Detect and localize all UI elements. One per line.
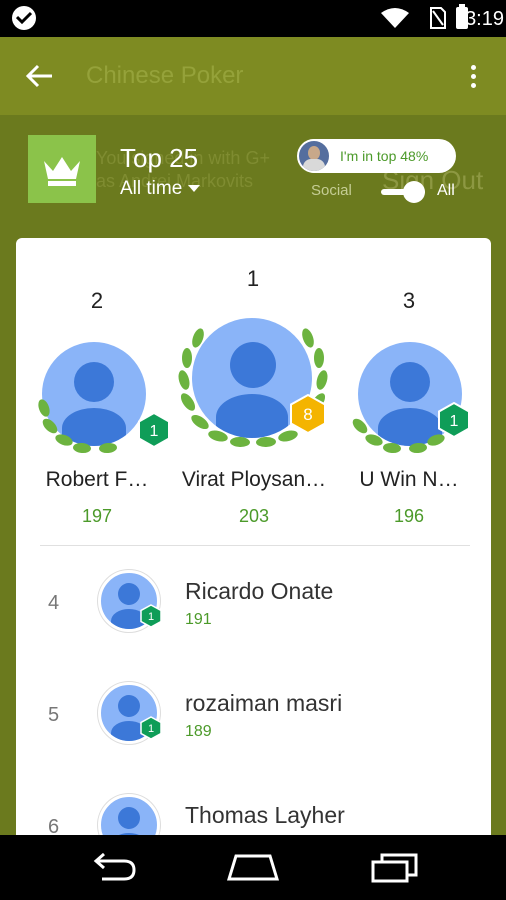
no-sim-icon [430,7,446,29]
leaderboard-card: 2 1 Robert F… 197 1 8 Virat Ploysan… 203… [16,238,491,838]
level-badge-text: 1 [150,423,159,440]
leaderboard-title: Top 25 [120,143,199,173]
navigation-bar [0,835,506,900]
row-player-name: rozaiman masri [185,690,343,716]
level-badge: 8 [290,394,326,434]
nav-recents-icon[interactable] [370,853,420,883]
laurel-wreath-icon [38,399,117,454]
podium-first[interactable]: 1 [186,266,320,292]
toggle-label-social: Social [311,182,352,199]
app-title: Chinese Poker [86,62,244,89]
level-badge-text: 1 [148,723,154,735]
leaderboard-icon [28,135,96,203]
podium-second-avatar[interactable]: 1 [38,342,170,458]
notification-icon [12,6,36,30]
level-badge-text: 8 [303,405,312,424]
laurel-wreath-icon [178,328,328,448]
nav-home-icon[interactable] [226,853,280,881]
player-name: Virat Ploysan… [181,468,327,491]
podium-second-info: Robert F… 197 [30,468,164,527]
podium-third-info: U Win N… 196 [342,468,476,527]
status-time: 3:19 [465,8,504,30]
status-bar: 3:19 [0,0,506,37]
podium-place: 1 [246,266,260,291]
row-player-name: Ricardo Onate [185,578,334,604]
row-player-score: 189 [185,723,212,740]
divider [40,545,470,546]
crown-icon [44,157,80,186]
level-badge: 1 [140,604,162,628]
row-player-score: 191 [185,611,212,628]
toggle-label-all: All [437,182,455,199]
level-badge: 1 [140,716,162,740]
time-filter-dropdown[interactable]: All time [120,178,201,200]
arrow-left-icon[interactable] [24,63,54,89]
row-rank: 4 [48,592,60,614]
player-rank-pill[interactable]: I'm in top 48% [297,139,456,173]
podium-place: 3 [402,288,416,313]
row-rank: 5 [48,704,60,726]
player-score: 203 [238,506,270,526]
podium-third[interactable]: 3 [342,288,476,314]
level-badge: 1 [438,402,470,438]
avatar [98,794,160,838]
nav-back-icon[interactable] [88,853,138,883]
player-rank-text: I'm in top 48% [340,148,429,164]
row-player-name: Thomas Layher [185,802,345,828]
wifi-icon [381,8,409,28]
toggle-thumb[interactable] [403,181,425,203]
podium-first-avatar[interactable]: 8 [178,318,328,468]
more-vert-icon[interactable] [466,63,480,91]
level-badge: 1 [138,412,170,448]
player-score: 197 [81,506,113,526]
player-name: U Win N… [359,468,459,491]
level-badge-text: 1 [148,611,154,623]
podium-first-info: Virat Ploysan… 203 [164,468,344,527]
leaderboard-row[interactable]: 5 1 rozaiman masri 189 [16,660,491,772]
time-filter-label: All time [120,178,183,199]
podium-third-avatar[interactable]: 1 [352,342,474,458]
app-bar: Chinese Poker [0,37,506,115]
player-avatar [297,139,331,173]
podium-second[interactable]: 2 [30,288,164,314]
leaderboard-row[interactable]: 6 Thomas Layher [16,772,491,838]
player-name: Robert F… [45,468,149,491]
player-score: 196 [393,506,425,526]
leaderboard-row[interactable]: 4 1 Ricardo Onate 191 [16,548,491,660]
level-badge-text: 1 [450,413,459,430]
podium-place: 2 [90,288,104,313]
dropdown-caret-icon [188,185,201,193]
social-all-toggle[interactable]: Social All [311,181,471,203]
